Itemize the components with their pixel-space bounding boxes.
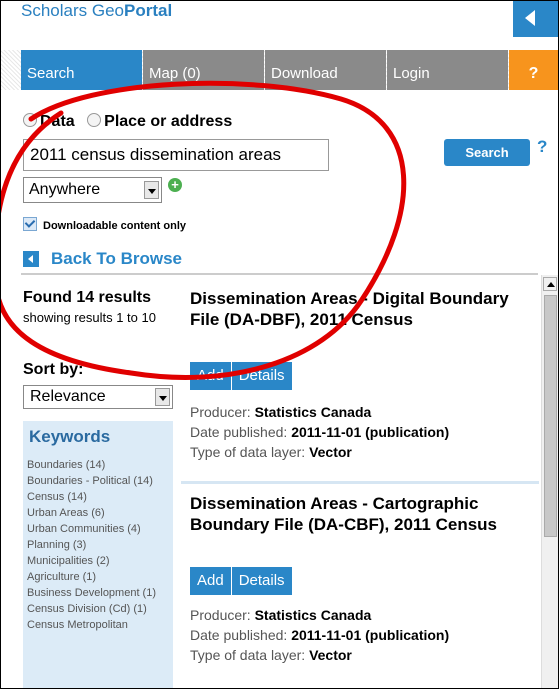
date-value: 2011-11-01 (publication) xyxy=(291,424,450,440)
keywords-panel: Keywords Boundaries (14) Boundaries - Po… xyxy=(23,421,173,688)
results-scrollbar[interactable] xyxy=(541,275,558,688)
keyword-item[interactable]: Boundaries (14) xyxy=(27,457,169,473)
date-value: 2011-11-01 (publication) xyxy=(291,627,450,643)
producer-value: Statistics Canada xyxy=(254,607,372,623)
date-label: Date published: xyxy=(190,627,292,643)
keyword-item[interactable]: Census (14) xyxy=(27,489,169,505)
result-title[interactable]: Dissemination Areas - Digital Boundary F… xyxy=(190,288,510,330)
tab-search[interactable]: Search xyxy=(21,50,142,90)
app-frame: Scholars GeoPortal Search Map (0) Downlo… xyxy=(0,0,559,689)
result-meta: Producer: Statistics Canada Date publish… xyxy=(190,402,530,462)
result-meta: Producer: Statistics Canada Date publish… xyxy=(190,605,530,665)
scroll-thumb[interactable] xyxy=(544,295,557,537)
add-location-icon[interactable]: + xyxy=(168,178,182,192)
tab-download[interactable]: Download xyxy=(265,50,386,90)
results-count: Found 14 results xyxy=(23,289,152,306)
type-value: Vector xyxy=(309,444,352,460)
chevron-down-icon xyxy=(144,181,159,199)
logo-text-1: Scholars Geo xyxy=(21,1,124,20)
results-list: Dissemination Areas - Digital Boundary F… xyxy=(181,275,539,688)
radio-place[interactable] xyxy=(87,113,102,127)
result-separator xyxy=(181,481,539,484)
help-icon[interactable]: ? xyxy=(537,137,547,157)
keyword-item[interactable]: Planning (3) xyxy=(27,537,169,553)
sort-label: Sort by: xyxy=(23,361,84,378)
back-arrow-icon[interactable] xyxy=(23,251,39,267)
scroll-up-icon[interactable] xyxy=(543,277,557,291)
tab-help[interactable]: ? xyxy=(509,50,558,90)
keyword-item[interactable]: Urban Communities (4) xyxy=(27,521,169,537)
sort-select[interactable]: Relevance xyxy=(23,385,173,409)
details-button[interactable]: Details xyxy=(231,567,292,595)
producer-label: Producer: xyxy=(190,404,255,420)
chevron-down-icon xyxy=(155,388,170,406)
downloadable-label: Downloadable content only xyxy=(43,220,187,232)
search-button[interactable]: Search xyxy=(444,139,530,166)
back-to-browse-link[interactable]: Back To Browse xyxy=(51,249,182,269)
type-label: Type of data layer: xyxy=(190,444,310,460)
collapse-panel-button[interactable] xyxy=(513,1,558,37)
chevron-left-icon xyxy=(525,10,535,26)
tab-map[interactable]: Map (0) xyxy=(143,50,264,90)
result-title[interactable]: Dissemination Areas - Cartographic Bound… xyxy=(190,493,510,535)
keyword-item[interactable]: Agriculture (1) xyxy=(27,569,169,585)
producer-value: Statistics Canada xyxy=(254,404,372,420)
type-value: Vector xyxy=(309,647,352,663)
top-bar: Scholars GeoPortal xyxy=(1,1,558,39)
search-input[interactable] xyxy=(23,139,329,171)
results-summary: Found 14 results showing results 1 to 10 xyxy=(23,289,173,326)
radio-place-label[interactable]: Place or address xyxy=(104,113,232,130)
sort-select-value: Relevance xyxy=(30,388,106,405)
result-actions: Add Details xyxy=(190,362,293,390)
add-button[interactable]: Add xyxy=(190,362,231,390)
result-actions: Add Details xyxy=(190,567,293,595)
type-label: Type of data layer: xyxy=(190,647,310,663)
date-label: Date published: xyxy=(190,424,292,440)
radio-data[interactable] xyxy=(23,113,37,127)
keywords-title: Keywords xyxy=(29,427,111,446)
keyword-item[interactable]: Municipalities (2) xyxy=(27,553,169,569)
checkbox-icon[interactable] xyxy=(23,217,37,231)
logo-text-2: Portal xyxy=(124,1,173,20)
keywords-list: Boundaries (14) Boundaries - Political (… xyxy=(27,457,169,633)
radio-data-label[interactable]: Data xyxy=(40,113,75,130)
search-type-options: Data Place or address xyxy=(23,113,232,131)
app-logo[interactable]: Scholars GeoPortal xyxy=(21,1,173,22)
keyword-item[interactable]: Boundaries - Political (14) xyxy=(27,473,169,489)
details-button[interactable]: Details xyxy=(231,362,292,390)
location-select[interactable]: Anywhere xyxy=(23,177,162,203)
location-select-value: Anywhere xyxy=(29,181,101,198)
results-range: showing results 1 to 10 xyxy=(23,310,156,325)
nav-bar: Search Map (0) Download Login ? xyxy=(1,50,558,90)
producer-label: Producer: xyxy=(190,607,255,623)
keyword-item[interactable]: Urban Areas (6) xyxy=(27,505,169,521)
downloadable-filter[interactable]: Downloadable content only xyxy=(23,217,186,232)
tab-login[interactable]: Login xyxy=(387,50,508,90)
keyword-item[interactable]: Census Division (Cd) (1) xyxy=(27,601,169,617)
add-button[interactable]: Add xyxy=(190,567,231,595)
keyword-item[interactable]: Business Development (1) xyxy=(27,585,169,601)
keyword-item[interactable]: Census Metropolitan xyxy=(27,617,169,633)
